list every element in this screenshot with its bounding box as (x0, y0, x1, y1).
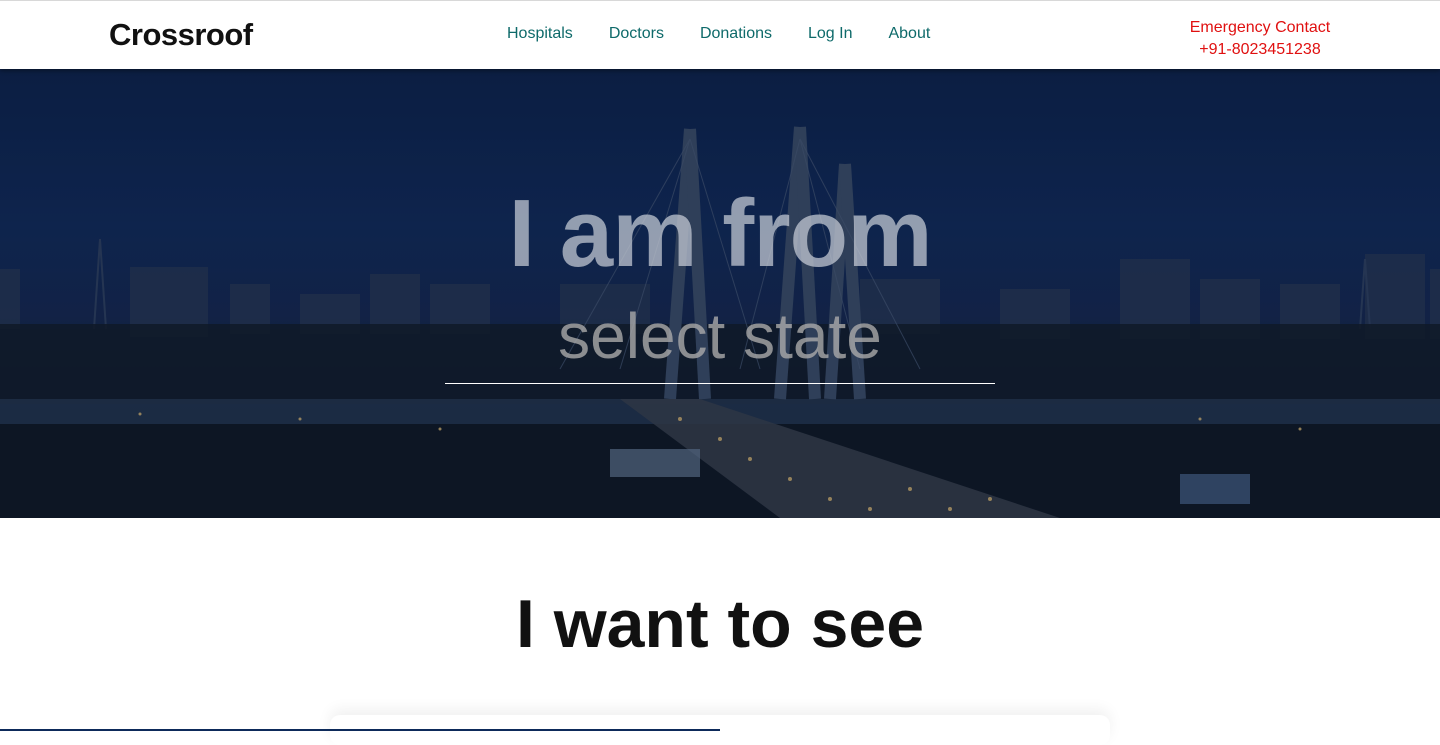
hero-banner: I am from select state (0, 69, 1440, 518)
nav-links: Hospitals Doctors Donations Log In About (489, 25, 948, 43)
top-navbar: Crossroof Hospitals Doctors Donations Lo… (0, 0, 1440, 69)
nav-link-about[interactable]: About (888, 25, 930, 43)
city-skyline-background (0, 69, 1440, 518)
nav-link-login[interactable]: Log In (808, 25, 852, 43)
emergency-label: Emergency Contact (1189, 19, 1331, 36)
emergency-phone[interactable]: +91-8023451238 (1180, 39, 1340, 61)
section-title: I want to see (515, 586, 925, 662)
nav-link-doctors[interactable]: Doctors (609, 25, 664, 43)
nav-link-hospitals[interactable]: Hospitals (507, 25, 573, 43)
hero-title: I am from (508, 180, 932, 287)
brand-logo[interactable]: Crossroof (109, 17, 253, 53)
nav-link-donations[interactable]: Donations (700, 25, 772, 43)
emergency-contact: Emergency Contact +91-8023451238 (1180, 17, 1340, 61)
state-select-dropdown[interactable]: select state (445, 299, 995, 384)
